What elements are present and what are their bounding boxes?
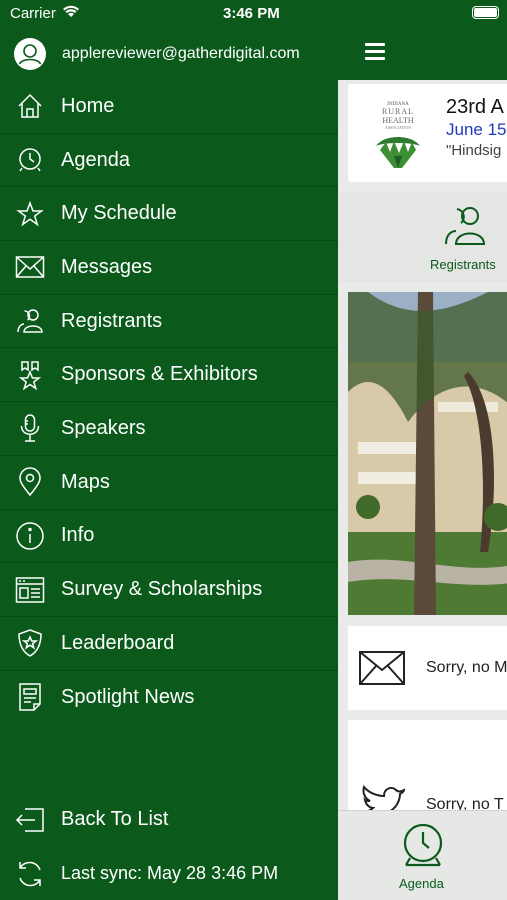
menu-item-label: Spotlight News bbox=[61, 685, 195, 708]
messages-card[interactable]: Sorry, no M bbox=[348, 626, 507, 710]
menu-item-speakers[interactable]: Speakers bbox=[0, 402, 338, 456]
microphone-icon bbox=[15, 413, 45, 443]
menu-item-label: Messages bbox=[61, 255, 153, 278]
last-sync-label: Last sync: May 28 3:46 PM bbox=[61, 863, 279, 884]
map-pin-icon bbox=[15, 467, 45, 497]
clock-icon bbox=[15, 145, 45, 175]
event-date: June 15 bbox=[446, 120, 507, 139]
hamburger-menu-icon[interactable] bbox=[365, 43, 385, 64]
menu-item-agenda[interactable]: Agenda bbox=[0, 134, 338, 188]
svg-text:ASSOCIATION: ASSOCIATION bbox=[385, 125, 411, 130]
menu-item-maps[interactable]: Maps bbox=[0, 456, 338, 510]
info-icon bbox=[15, 521, 45, 551]
event-card[interactable]: INDIANA RURAL HEALTH ASSOCIATION 23rd A … bbox=[348, 84, 507, 182]
messages-empty-text: Sorry, no M bbox=[426, 659, 507, 676]
main-menu: Home Agenda My Schedule Messages Registr… bbox=[0, 80, 338, 724]
back-arrow-icon bbox=[15, 805, 45, 835]
envelope-icon bbox=[15, 252, 45, 282]
clock-icon[interactable] bbox=[400, 821, 446, 869]
registrants-tile-label: Registrants bbox=[430, 257, 496, 272]
menu-item-label: Speakers bbox=[61, 416, 146, 439]
menu-item-survey-scholarships[interactable]: Survey & Scholarships bbox=[0, 563, 338, 617]
tab-agenda-label[interactable]: Agenda bbox=[399, 876, 444, 891]
menu-item-sponsors-exhibitors[interactable]: Sponsors & Exhibitors bbox=[0, 348, 338, 403]
refresh-icon bbox=[15, 859, 45, 889]
venue-photo bbox=[348, 292, 507, 615]
svg-text:RURAL: RURAL bbox=[382, 107, 414, 116]
status-bar: Carrier 3:46 PM bbox=[0, 0, 507, 28]
side-menu: applereviewer@gatherdigital.com Home Age… bbox=[0, 0, 338, 900]
menu-item-label: Survey & Scholarships bbox=[61, 578, 263, 601]
tab-bar: Agenda bbox=[338, 810, 507, 900]
wifi-icon bbox=[63, 5, 79, 17]
menu-item-label: Maps bbox=[61, 470, 110, 493]
home-icon bbox=[15, 91, 45, 121]
rural-health-association-logo: INDIANA RURAL HEALTH ASSOCIATION bbox=[376, 102, 420, 168]
ribbon-star-icon bbox=[15, 360, 45, 390]
drawer-footer: Back To List Last sync: May 28 3:46 PM bbox=[0, 793, 338, 900]
main-content-peek[interactable]: INDIANA RURAL HEALTH ASSOCIATION 23rd A … bbox=[338, 0, 507, 900]
battery-icon bbox=[472, 6, 499, 19]
news-icon bbox=[15, 682, 45, 712]
menu-item-label: Registrants bbox=[61, 309, 163, 332]
menu-item-label: Sponsors & Exhibitors bbox=[61, 363, 258, 386]
people-icon bbox=[445, 207, 486, 245]
people-icon bbox=[15, 306, 45, 336]
event-title: 23rd A bbox=[446, 96, 504, 118]
menu-item-info[interactable]: Info bbox=[0, 510, 338, 564]
menu-item-spotlight-news[interactable]: Spotlight News bbox=[0, 671, 338, 725]
menu-item-label: Info bbox=[61, 524, 95, 547]
sync-status-row[interactable]: Last sync: May 28 3:46 PM bbox=[0, 847, 338, 900]
user-silhouette-icon bbox=[15, 39, 45, 69]
carrier-label: Carrier bbox=[10, 5, 56, 22]
menu-item-messages[interactable]: Messages bbox=[0, 241, 338, 295]
back-to-list-button[interactable]: Back To List bbox=[0, 793, 338, 847]
envelope-icon bbox=[359, 651, 405, 685]
menu-item-registrants[interactable]: Registrants bbox=[0, 295, 338, 349]
clock-time: 3:46 PM bbox=[223, 5, 280, 22]
event-theme: "Hindsig bbox=[446, 142, 502, 159]
menu-item-leaderboard[interactable]: Leaderboard bbox=[0, 617, 338, 671]
registrants-tile[interactable]: Registrants bbox=[338, 192, 507, 282]
svg-text:HEALTH: HEALTH bbox=[382, 116, 413, 125]
menu-item-label: Home bbox=[61, 94, 115, 117]
menu-item-my-schedule[interactable]: My Schedule bbox=[0, 187, 338, 242]
shield-star-icon bbox=[15, 628, 45, 658]
menu-item-label: My Schedule bbox=[61, 202, 177, 225]
survey-icon bbox=[15, 575, 45, 605]
menu-item-home[interactable]: Home bbox=[0, 80, 338, 134]
star-icon bbox=[15, 199, 45, 229]
back-to-list-label: Back To List bbox=[61, 808, 169, 831]
menu-item-label: Agenda bbox=[61, 148, 130, 171]
menu-item-label: Leaderboard bbox=[61, 631, 175, 654]
user-profile-row[interactable]: applereviewer@gatherdigital.com bbox=[0, 34, 338, 74]
avatar bbox=[14, 38, 46, 70]
user-email: applereviewer@gatherdigital.com bbox=[62, 45, 300, 62]
twitter-card[interactable]: Sorry, no T bbox=[348, 720, 507, 820]
